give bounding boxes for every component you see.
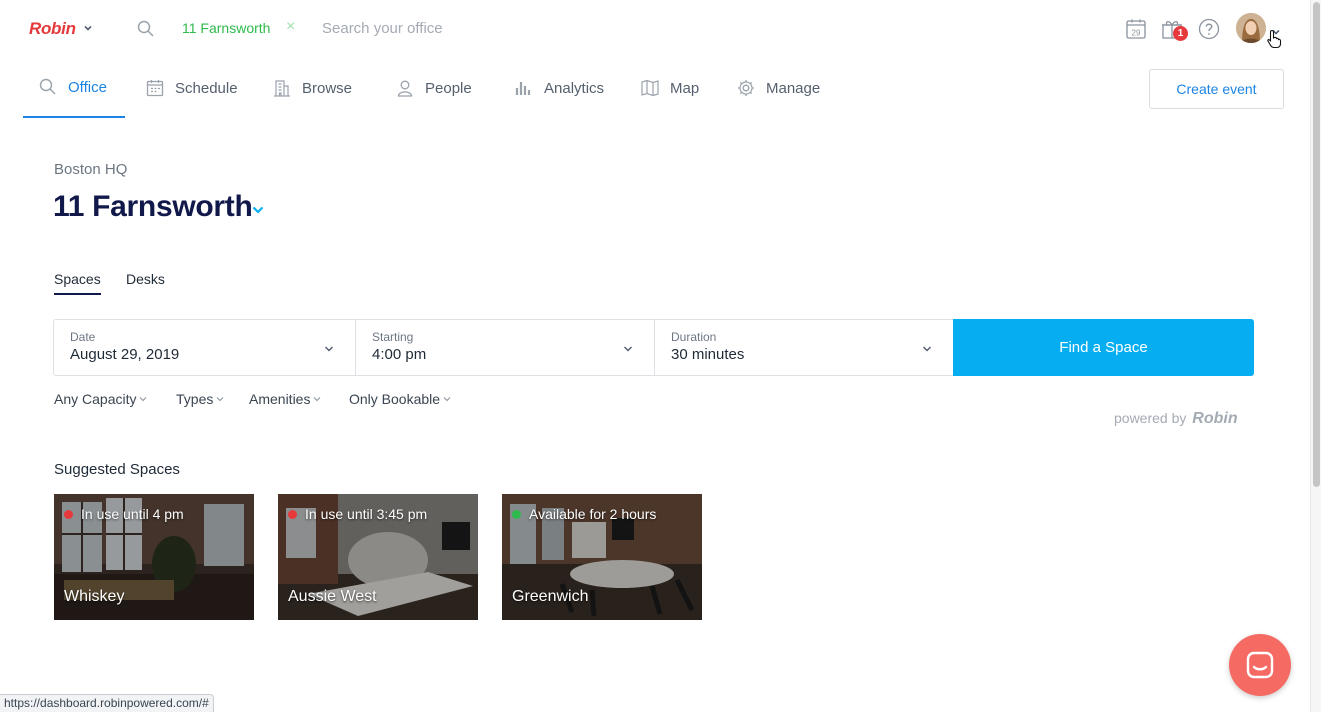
organization-name: Boston HQ [54,161,128,178]
tab-spaces[interactable]: Spaces [54,271,101,295]
space-card-greenwich[interactable]: Available for 2 hours Greenwich [502,494,702,620]
duration-label: Duration [671,330,717,344]
types-filter[interactable]: Types [176,391,224,407]
location-filter-chip[interactable]: 11 Farnsworth [182,20,270,36]
office-search [322,20,522,37]
chevron-down-icon [314,397,321,402]
gear-icon [738,80,754,96]
duration-field[interactable]: Duration 30 minutes [655,320,954,375]
space-name: Greenwich [512,588,589,605]
search-icon[interactable] [136,19,156,39]
powered-by-brand: Robin [1192,410,1238,427]
nav-item-people[interactable]: People [395,58,472,118]
nav-item-label: Manage [766,79,821,97]
find-space-button[interactable]: Find a Space [953,319,1254,376]
nav-item-label: Office [68,78,107,96]
space-name: Aussie West [288,588,377,605]
status-text: In use until 3:45 pm [305,506,428,522]
bookable-filter[interactable]: Only Bookable [349,391,451,407]
help-icon[interactable] [1197,17,1221,41]
start-time-field[interactable]: Starting 4:00 pm [356,320,655,375]
chevron-down-icon[interactable] [251,203,265,217]
space-name: Whiskey [64,588,125,605]
space-card-whiskey[interactable]: In use until 4 pm Whiskey [54,494,254,620]
filter-label: Types [176,391,214,407]
calendar-day-text: 29 [1132,29,1141,38]
create-event-button[interactable]: Create event [1149,69,1284,109]
space-status: In use until 3:45 pm [288,506,427,522]
nav-item-analytics[interactable]: Analytics [514,58,604,118]
chat-launcher-button[interactable] [1229,634,1291,696]
nav-item-office[interactable]: Office [23,58,125,118]
map-icon [641,79,659,97]
nav-item-browse[interactable]: Browse [272,58,352,118]
date-value: August 29, 2019 [70,346,180,363]
filter-label: Only Bookable [349,391,441,407]
nav-item-label: Schedule [175,79,238,97]
person-icon [397,80,413,97]
chevron-down-icon [324,346,334,352]
nav-item-map[interactable]: Map [640,58,699,118]
suggested-spaces-title: Suggested Spaces [54,461,180,478]
powered-by-text: powered by [1114,410,1187,426]
nav-item-manage[interactable]: Manage [736,58,820,118]
avatar[interactable] [1236,13,1266,43]
calendar-icon [146,80,164,97]
bar-chart-icon [515,82,531,95]
chevron-down-icon [623,346,633,352]
start-time-label: Starting [372,330,414,344]
robin-logo[interactable]: Robin [29,19,76,39]
building-selector[interactable]: 11 Farnsworth [53,190,253,224]
filter-label: Amenities [249,391,311,407]
amenities-filter[interactable]: Amenities [249,391,321,407]
status-dot [64,509,73,519]
chevron-down-icon [443,397,451,402]
browser-status-url: https://dashboard.robinpowered.com/# [0,694,214,712]
date-field[interactable]: Date August 29, 2019 [54,320,356,375]
status-text: In use until 4 pm [81,506,184,522]
chevron-down-icon [922,346,932,352]
main-nav: Office Schedule Browse People Analytics … [23,58,1293,118]
space-card-aussie-west[interactable]: In use until 3:45 pm Aussie West [278,494,478,620]
chevron-down-icon [216,397,224,402]
space-search-form: Date August 29, 2019 Starting 4:00 pm Du… [53,319,953,376]
page-scrollbar[interactable] [1310,0,1321,712]
chevron-down-icon [140,397,147,402]
duration-value: 30 minutes [671,346,745,363]
status-dot [288,509,297,519]
top-bar: Robin 11 Farnsworth × 29 1 [0,0,1310,58]
space-status: Available for 2 hours [512,506,656,522]
chevron-down-icon[interactable] [82,22,94,34]
nav-item-label: People [425,79,472,97]
nav-item-label: Browse [302,79,353,97]
building-icon [274,80,290,97]
nav-item-label: Map [670,79,700,97]
status-text: Available for 2 hours [529,506,657,522]
powered-by: powered by Robin [1114,410,1238,428]
capacity-filter[interactable]: Any Capacity [54,391,147,407]
nav-item-label: Analytics [544,79,605,97]
space-status: In use until 4 pm [64,506,184,522]
filter-label: Any Capacity [54,391,137,407]
search-icon [39,78,56,95]
start-time-value: 4:00 pm [372,346,427,363]
nav-item-schedule[interactable]: Schedule [145,58,238,118]
date-label: Date [70,330,96,344]
notification-badge: 1 [1173,26,1188,41]
hand-cursor-icon [1267,29,1282,49]
scrollbar-thumb[interactable] [1313,2,1320,487]
tab-desks[interactable]: Desks [126,271,165,293]
chat-icon [1246,651,1274,679]
office-search-input[interactable] [322,20,522,37]
remove-location-button[interactable]: × [286,18,295,36]
status-dot [512,509,521,519]
calendar-icon[interactable]: 29 [1124,17,1148,41]
